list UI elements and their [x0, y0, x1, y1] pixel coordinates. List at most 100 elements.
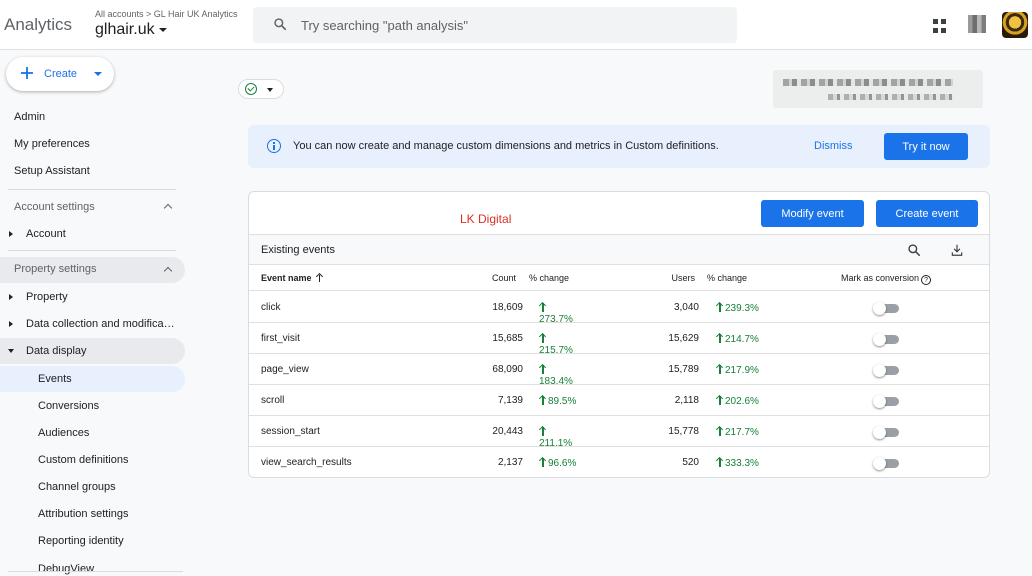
mark-as-conversion-toggle[interactable]	[873, 395, 899, 408]
top-app-bar: Analytics All accounts > GL Hair UK Anal…	[0, 0, 1032, 50]
mark-as-conversion-toggle[interactable]	[873, 302, 899, 315]
arrow-up-icon	[716, 457, 723, 467]
breadcrumb[interactable]: All accounts > GL Hair UK Analytics	[95, 9, 237, 19]
column-header-count[interactable]: Count	[492, 273, 516, 283]
expand-arrow-icon[interactable]	[9, 321, 13, 327]
property-settings-heading[interactable]: Property settings	[14, 263, 97, 275]
data-status-chip[interactable]	[238, 79, 284, 99]
table-row[interactable]: scroll 7,139 89.5% 2,118 202.6%	[249, 385, 989, 416]
app-name[interactable]: Analytics	[4, 15, 72, 35]
property-name: glhair.uk	[95, 21, 155, 38]
count-cell: 68,090	[492, 364, 523, 375]
users-change-cell: 202.6%	[716, 395, 762, 407]
create-event-button[interactable]: Create event	[876, 200, 978, 227]
mark-as-conversion-toggle[interactable]	[873, 457, 899, 470]
event-name-cell[interactable]: session_start	[261, 426, 320, 437]
download-icon[interactable]	[950, 242, 964, 258]
table-toolbar: Existing events	[249, 234, 989, 265]
users-change-cell: 239.3%	[716, 302, 762, 314]
caret-down-icon	[158, 28, 167, 32]
count-change-cell: 89.5%	[539, 395, 581, 407]
search-bar[interactable]	[253, 7, 737, 43]
mark-as-conversion-toggle[interactable]	[873, 333, 899, 346]
collapse-arrow-icon[interactable]	[8, 349, 14, 353]
count-change-cell: 96.6%	[539, 457, 581, 469]
account-switcher-icon[interactable]	[968, 15, 986, 33]
sidebar-item-my-preferences[interactable]: My preferences	[14, 132, 90, 156]
expand-arrow-icon[interactable]	[9, 294, 13, 300]
divider	[8, 189, 176, 190]
users-change-cell: 217.7%	[716, 426, 762, 438]
modify-event-button[interactable]: Modify event	[761, 200, 864, 227]
sidebar-item-admin[interactable]: Admin	[14, 105, 45, 129]
create-button[interactable]: Create	[6, 57, 114, 91]
users-cell: 15,778	[668, 426, 699, 437]
event-name-cell[interactable]: scroll	[261, 395, 284, 406]
avatar[interactable]	[1002, 12, 1028, 38]
chevron-up-icon[interactable]	[163, 203, 173, 213]
sidebar-item-data-display[interactable]: Data display	[26, 339, 87, 363]
table-row[interactable]: view_search_results 2,137 96.6% 520 333.3%	[249, 447, 989, 477]
table-row[interactable]: session_start 20,443 211.1% 15,778 217.7%	[249, 416, 989, 449]
sidebar-item-reporting-identity[interactable]: Reporting identity	[38, 529, 124, 553]
search-icon[interactable]	[907, 243, 921, 257]
divider	[8, 250, 176, 251]
expand-arrow-icon[interactable]	[9, 231, 13, 237]
users-cell: 2,118	[674, 395, 699, 406]
caret-down-icon	[94, 72, 102, 76]
table-row[interactable]: first_visit 15,685 215.7% 15,629 214.7%	[249, 323, 989, 356]
sidebar-item-custom-definitions[interactable]: Custom definitions	[38, 448, 129, 472]
users-change-cell: 333.3%	[716, 457, 762, 469]
count-change-cell: 211.1%	[539, 426, 581, 449]
arrow-up-icon	[716, 364, 723, 374]
sidebar-item-debugview[interactable]: DebugView	[38, 557, 94, 576]
event-name-cell[interactable]: page_view	[261, 364, 309, 375]
mark-as-conversion-toggle[interactable]	[873, 426, 899, 439]
sort-ascending-icon	[316, 273, 324, 282]
sidebar-item-setup-assistant[interactable]: Setup Assistant	[14, 159, 90, 183]
arrow-up-icon	[539, 364, 546, 374]
count-cell: 20,443	[492, 426, 523, 437]
dismiss-button[interactable]: Dismiss	[814, 140, 853, 152]
users-cell: 3,040	[673, 302, 699, 313]
count-cell: 2,137	[497, 457, 523, 468]
arrow-up-icon	[716, 302, 723, 312]
sidebar-item-events[interactable]: Events	[38, 367, 72, 391]
event-name-cell[interactable]: first_visit	[261, 333, 300, 344]
table-row[interactable]: click 18,609 273.7% 3,040 239.3%	[249, 292, 989, 325]
column-header-users[interactable]: Users	[667, 273, 695, 283]
users-cell: 15,629	[668, 333, 699, 344]
search-input[interactable]	[301, 7, 721, 43]
sidebar-item-attribution-settings[interactable]: Attribution settings	[38, 502, 129, 526]
apps-grid-icon[interactable]	[933, 19, 947, 33]
users-cell: 520	[682, 457, 699, 468]
column-header-count-change[interactable]: % change	[529, 273, 569, 283]
plus-icon	[21, 67, 33, 79]
account-settings-heading[interactable]: Account settings	[14, 201, 95, 213]
column-header-users-change[interactable]: % change	[707, 273, 747, 283]
sidebar-item-channel-groups[interactable]: Channel groups	[38, 475, 116, 499]
help-icon[interactable]: ?	[921, 275, 932, 285]
sidebar-item-account[interactable]: Account	[26, 222, 66, 246]
sidebar-item-audiences[interactable]: Audiences	[38, 421, 89, 445]
count-cell: 15,685	[492, 333, 523, 344]
org-label: LK Digital	[460, 212, 512, 226]
banner-message: You can now create and manage custom dim…	[293, 140, 719, 152]
try-it-now-button[interactable]: Try it now	[884, 133, 968, 160]
arrow-up-icon	[716, 426, 723, 436]
users-cell: 15,789	[668, 364, 699, 375]
sidebar-item-data-collection[interactable]: Data collection and modifica…	[26, 312, 175, 336]
event-name-cell[interactable]: view_search_results	[261, 457, 352, 468]
column-header-event-name[interactable]: Event name	[261, 273, 324, 283]
redacted-account-info	[773, 70, 983, 108]
count-change-cell: 215.7%	[539, 333, 581, 356]
sidebar-item-conversions[interactable]: Conversions	[38, 394, 99, 418]
sidebar-item-property[interactable]: Property	[26, 285, 68, 309]
table-row[interactable]: page_view 68,090 183.4% 15,789 217.9%	[249, 354, 989, 387]
arrow-up-icon	[539, 457, 546, 467]
property-selector[interactable]: glhair.uk	[95, 21, 167, 39]
event-name-cell[interactable]: click	[261, 302, 280, 313]
create-label: Create	[44, 68, 78, 80]
arrow-up-icon	[539, 333, 546, 343]
mark-as-conversion-toggle[interactable]	[873, 364, 899, 377]
